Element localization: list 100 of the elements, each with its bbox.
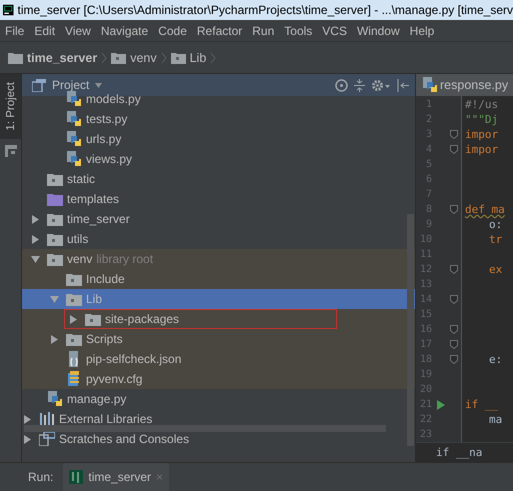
tree-row[interactable]: Scratches and Consoles — [22, 429, 415, 449]
fold-marker-icon[interactable] — [450, 295, 458, 304]
collapsed-arrow-icon[interactable] — [23, 414, 32, 424]
menu-item[interactable]: Navigate — [100, 24, 148, 38]
folder-icon — [8, 52, 23, 64]
tree-row[interactable]: time_server — [22, 209, 415, 229]
code-text: """Dj — [464, 113, 498, 126]
vertical-scrollbar[interactable] — [407, 214, 414, 446]
dropdown-caret-icon[interactable] — [95, 82, 102, 88]
menu-item[interactable]: Run — [252, 24, 274, 38]
tree-item-label: tests.py — [86, 112, 128, 126]
tree-item-label: time_server — [67, 212, 130, 226]
django-icon — [69, 470, 84, 484]
expanded-arrow-icon[interactable] — [50, 294, 59, 304]
tree-row[interactable]: External Libraries — [22, 409, 415, 429]
menu-item[interactable]: VCS — [322, 24, 347, 38]
menu-item[interactable]: Edit — [34, 24, 56, 38]
collapsed-arrow-icon[interactable] — [31, 234, 40, 244]
collapsed-arrow-icon[interactable] — [31, 214, 40, 224]
tree-row[interactable]: Include — [22, 269, 415, 289]
panel-title[interactable]: Project — [52, 78, 90, 92]
fold-marker-icon[interactable] — [450, 145, 458, 154]
python-file-icon — [422, 77, 438, 93]
menu-item[interactable]: Window — [356, 24, 400, 38]
target-icon[interactable] — [335, 78, 348, 92]
tree-row[interactable]: manage.py — [22, 389, 415, 409]
folder-icon — [85, 312, 101, 326]
tree-item-label: static — [67, 172, 96, 186]
menu-item[interactable]: File — [5, 24, 24, 38]
fold-marker-icon[interactable] — [450, 340, 458, 349]
tree-item-label: urls.py — [86, 132, 122, 146]
python-file-icon — [66, 151, 82, 167]
folder-icon — [47, 192, 63, 206]
tree-row[interactable]: templates — [22, 189, 415, 209]
code-text: tr — [488, 233, 502, 246]
collapsed-arrow-icon[interactable] — [50, 334, 59, 344]
code-text: ma — [488, 413, 502, 426]
menu-item[interactable]: Tools — [284, 24, 312, 38]
fold-marker-icon[interactable] — [450, 325, 458, 334]
expanded-arrow-icon[interactable] — [31, 254, 40, 264]
breadcrumb[interactable]: time_server — [27, 50, 98, 64]
folder-icon — [47, 232, 63, 246]
tree-row[interactable]: static — [22, 169, 415, 189]
code-text: impor — [464, 143, 498, 156]
tree-row[interactable]: pip-selfcheck.json — [22, 349, 415, 369]
collapse-all-icon[interactable] — [354, 78, 365, 92]
menu-item[interactable]: View — [65, 24, 91, 38]
code-text: ex — [488, 263, 502, 276]
collapsed-arrow-icon[interactable] — [23, 434, 32, 444]
chevron-icon — [210, 52, 216, 64]
tree-item-label: pyvenv.cfg — [86, 372, 142, 386]
menu-item[interactable]: Help — [410, 24, 434, 38]
folder-icon — [66, 272, 82, 286]
structure-icon — [4, 144, 16, 157]
tree-row[interactable]: models.py — [22, 89, 415, 109]
tree-item-label: External Libraries — [59, 412, 152, 426]
editor-tab[interactable]: response.py — [416, 74, 513, 96]
folder-icon — [170, 52, 186, 64]
tree-row[interactable]: Scripts — [22, 329, 415, 349]
chevron-icon — [101, 52, 108, 64]
tool-window-tab[interactable]: 1: Project — [0, 74, 21, 139]
breadcrumb[interactable]: Lib — [190, 50, 206, 64]
breadcrumb[interactable]: venv — [130, 50, 157, 64]
code-text: #!/us — [464, 98, 498, 111]
tree-row[interactable]: urls.py — [22, 129, 415, 149]
folder-icon — [111, 52, 126, 64]
horizontal-scrollbar[interactable] — [24, 425, 386, 432]
tree-item-label: venv — [67, 252, 92, 266]
config-file-icon — [66, 371, 82, 387]
fold-marker-icon[interactable] — [450, 265, 458, 274]
tree-item-label: utils — [67, 232, 88, 246]
hide-icon[interactable] — [397, 78, 409, 92]
folder-icon — [47, 172, 63, 186]
tree-item-label: manage.py — [67, 392, 126, 406]
fold-marker-icon[interactable] — [450, 355, 458, 364]
chevron-icon — [160, 52, 167, 64]
code-text: def ma — [464, 203, 505, 216]
folder-icon — [66, 332, 82, 346]
menu-item[interactable]: Code — [158, 24, 187, 38]
python-file-icon — [66, 111, 82, 127]
tree-row[interactable]: views.py — [22, 149, 415, 169]
code-breadcrumb[interactable]: if __na — [436, 446, 482, 459]
collapsed-arrow-icon[interactable] — [69, 314, 78, 324]
menu-item[interactable]: Refactor — [196, 24, 242, 38]
window-title: time_server [C:\Users\Administrator\PycharmProjects\time_server] - ...\manage.py [time_serv — [18, 3, 513, 17]
fold-marker-icon[interactable] — [450, 130, 458, 139]
tree-row[interactable]: site-packages — [22, 309, 415, 329]
gear-icon[interactable] — [371, 78, 391, 92]
run-icon[interactable] — [437, 400, 445, 410]
code-text: o: — [488, 218, 502, 231]
python-file-icon — [66, 131, 82, 147]
code-text: e: — [488, 353, 502, 366]
code-text: impor — [464, 128, 498, 141]
tree-row[interactable]: utils — [22, 229, 415, 249]
tree-row[interactable]: venv library root — [22, 249, 415, 269]
run-tab[interactable]: time_server × — [63, 463, 170, 491]
tree-row[interactable]: tests.py — [22, 109, 415, 129]
tree-row[interactable]: pyvenv.cfg — [22, 369, 415, 389]
fold-marker-icon[interactable] — [450, 205, 458, 214]
tree-item-label: views.py — [86, 152, 132, 166]
